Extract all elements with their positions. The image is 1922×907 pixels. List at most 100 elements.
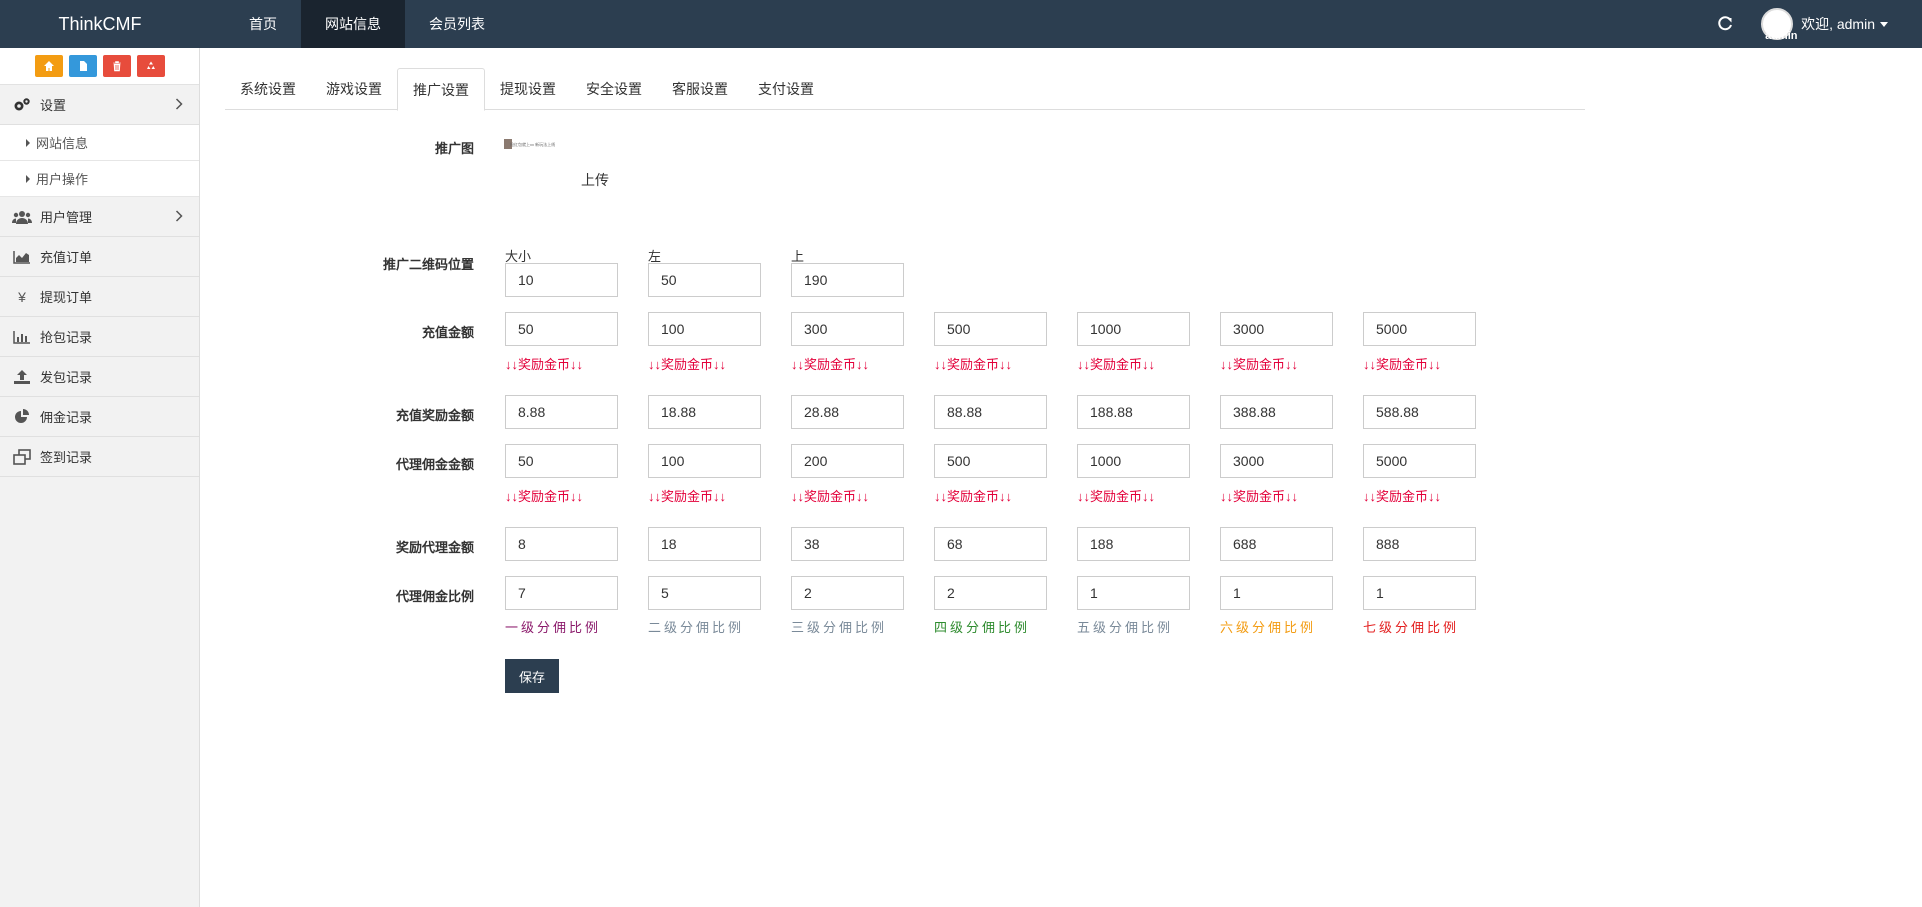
main-content: 系统设置 游戏设置 推广设置 提现设置 安全设置 客服设置 支付设置 推广图 抢… <box>200 48 1922 907</box>
agent-commission-input[interactable] <box>505 444 618 478</box>
recycle-icon[interactable] <box>136 55 165 77</box>
recharge-reward-input[interactable] <box>934 395 1047 429</box>
caret-right-icon <box>26 174 30 183</box>
agent-commission-input[interactable] <box>1077 444 1190 478</box>
recharge-reward-input[interactable] <box>791 395 904 429</box>
sidebar-item-label: 佣金记录 <box>40 410 93 425</box>
recharge-amount-input[interactable] <box>1220 312 1333 346</box>
recharge-reward-input[interactable] <box>1363 395 1476 429</box>
recharge-reward-input[interactable] <box>1220 395 1333 429</box>
welcome-text: 欢迎, admin <box>1801 16 1875 32</box>
sidebar-item-settings[interactable]: 设置 <box>0 85 199 125</box>
sidebar-item-label: 提现订单 <box>40 290 93 305</box>
tab-security-settings[interactable]: 安全设置 <box>571 68 657 110</box>
agent-commission-input[interactable] <box>1363 444 1476 478</box>
agent-reward-input[interactable] <box>1077 527 1190 561</box>
home-icon[interactable] <box>34 55 63 77</box>
recharge-reward-input[interactable] <box>648 395 761 429</box>
level-5-ratio-caption: 五级分佣比例 <box>1077 620 1174 635</box>
upload-icon <box>12 367 32 387</box>
upload-link[interactable]: 上传 <box>581 170 609 190</box>
level-1-ratio-caption: 一级分佣比例 <box>505 620 602 635</box>
file-icon[interactable] <box>68 55 97 77</box>
top-nav: 首页 网站信息 会员列表 <box>225 0 509 48</box>
users-icon <box>12 207 32 227</box>
qr-position-label: 推广二维码位置 <box>382 257 474 272</box>
agent-commission-input[interactable] <box>648 444 761 478</box>
sidebar-item-commission-records[interactable]: 佣金记录 <box>0 397 199 437</box>
agent-reward-input[interactable] <box>1363 527 1476 561</box>
tab-service-settings[interactable]: 客服设置 <box>657 68 743 110</box>
tab-payment-settings[interactable]: 支付设置 <box>743 68 829 110</box>
reward-note: ↓↓奖励金币↓↓ <box>934 489 1013 504</box>
avatar[interactable]: admin <box>1761 8 1797 42</box>
top-navbar: ThinkCMF 首页 网站信息 会员列表 admin 欢迎, admin <box>0 0 1922 48</box>
sidebar-item-grab-records[interactable]: 抢包记录 <box>0 317 199 357</box>
sidebar-item-withdraw-orders[interactable]: ¥ 提现订单 <box>0 277 199 317</box>
chevron-right-icon <box>175 98 183 113</box>
nav-item-members[interactable]: 会员列表 <box>405 0 509 48</box>
agent-commission-input[interactable] <box>791 444 904 478</box>
tab-system-settings[interactable]: 系统设置 <box>225 68 311 110</box>
recharge-amount-input[interactable] <box>1077 312 1190 346</box>
level-6-ratio-caption: 六级分佣比例 <box>1220 620 1317 635</box>
user-menu[interactable]: 欢迎, admin <box>1801 14 1888 34</box>
shortcut-bar <box>0 48 199 85</box>
commission-ratio-input[interactable] <box>648 576 761 610</box>
promo-image-label: 推广图 <box>434 141 474 156</box>
nav-item-site-info[interactable]: 网站信息 <box>301 0 405 48</box>
sidebar-subitem-user-actions[interactable]: 用户操作 <box>0 161 199 197</box>
tab-promo-settings[interactable]: 推广设置 <box>397 68 485 111</box>
reward-note: ↓↓奖励金币↓↓ <box>1220 489 1299 504</box>
save-button[interactable]: 保存 <box>505 659 559 693</box>
recharge-reward-input[interactable] <box>1077 395 1190 429</box>
sidebar-item-recharge-orders[interactable]: 充值订单 <box>0 237 199 277</box>
reward-note: ↓↓奖励金币↓↓ <box>1220 357 1299 372</box>
commission-ratio-input[interactable] <box>505 576 618 610</box>
commission-ratio-input[interactable] <box>1077 576 1190 610</box>
agent-reward-input[interactable] <box>505 527 618 561</box>
thumbnail-caption: 抢红包就上xx 新玩法上线 <box>510 142 556 147</box>
agent-reward-input[interactable] <box>1220 527 1333 561</box>
reward-note: ↓↓奖励金币↓↓ <box>1363 489 1442 504</box>
refresh-icon[interactable] <box>1715 14 1735 34</box>
sidebar-item-label: 设置 <box>40 98 67 113</box>
agent-reward-input[interactable] <box>791 527 904 561</box>
tab-game-settings[interactable]: 游戏设置 <box>311 68 397 110</box>
commission-ratio-input[interactable] <box>1220 576 1333 610</box>
commission-ratio-input[interactable] <box>791 576 904 610</box>
sidebar-item-user-management[interactable]: 用户管理 <box>0 197 199 237</box>
qr-size-input[interactable] <box>505 263 618 297</box>
recharge-amount-input[interactable] <box>648 312 761 346</box>
agent-commission-input[interactable] <box>934 444 1047 478</box>
reward-note: ↓↓奖励金币↓↓ <box>1077 357 1156 372</box>
sidebar-item-label: 签到记录 <box>40 450 93 465</box>
level-4-ratio-caption: 四级分佣比例 <box>934 620 1031 635</box>
recharge-amount-input[interactable] <box>934 312 1047 346</box>
brand-logo[interactable]: ThinkCMF <box>0 0 200 48</box>
agent-commission-input[interactable] <box>1220 444 1333 478</box>
gears-icon <box>12 95 32 115</box>
recharge-reward-input[interactable] <box>505 395 618 429</box>
commission-ratio-input[interactable] <box>1363 576 1476 610</box>
sidebar-item-checkin-records[interactable]: 签到记录 <box>0 437 199 477</box>
recharge-amount-input[interactable] <box>791 312 904 346</box>
trash-icon[interactable] <box>102 55 131 77</box>
bar-chart-icon <box>12 327 32 347</box>
tab-withdraw-settings[interactable]: 提现设置 <box>485 68 571 110</box>
nav-item-home[interactable]: 首页 <box>225 0 301 48</box>
agent-reward-input[interactable] <box>934 527 1047 561</box>
promo-image-thumbnail[interactable]: 抢红包就上xx 新玩法上线 <box>504 136 576 228</box>
commission-ratio-input[interactable] <box>934 576 1047 610</box>
reward-note: ↓↓奖励金币↓↓ <box>934 357 1013 372</box>
reward-note: ↓↓奖励金币↓↓ <box>791 357 870 372</box>
sidebar-item-send-records[interactable]: 发包记录 <box>0 357 199 397</box>
agent-reward-input[interactable] <box>648 527 761 561</box>
recharge-amount-input[interactable] <box>1363 312 1476 346</box>
sidebar-subitem-site-info[interactable]: 网站信息 <box>0 125 199 161</box>
qr-top-input[interactable] <box>791 263 904 297</box>
commission-ratio-label: 代理佣金比例 <box>395 589 474 604</box>
recharge-amount-input[interactable] <box>505 312 618 346</box>
qr-left-input[interactable] <box>648 263 761 297</box>
sidebar: 设置 网站信息 用户操作 用户管理 充值订单 ¥ 提现订单 抢包记录 发包记录 … <box>0 48 200 907</box>
